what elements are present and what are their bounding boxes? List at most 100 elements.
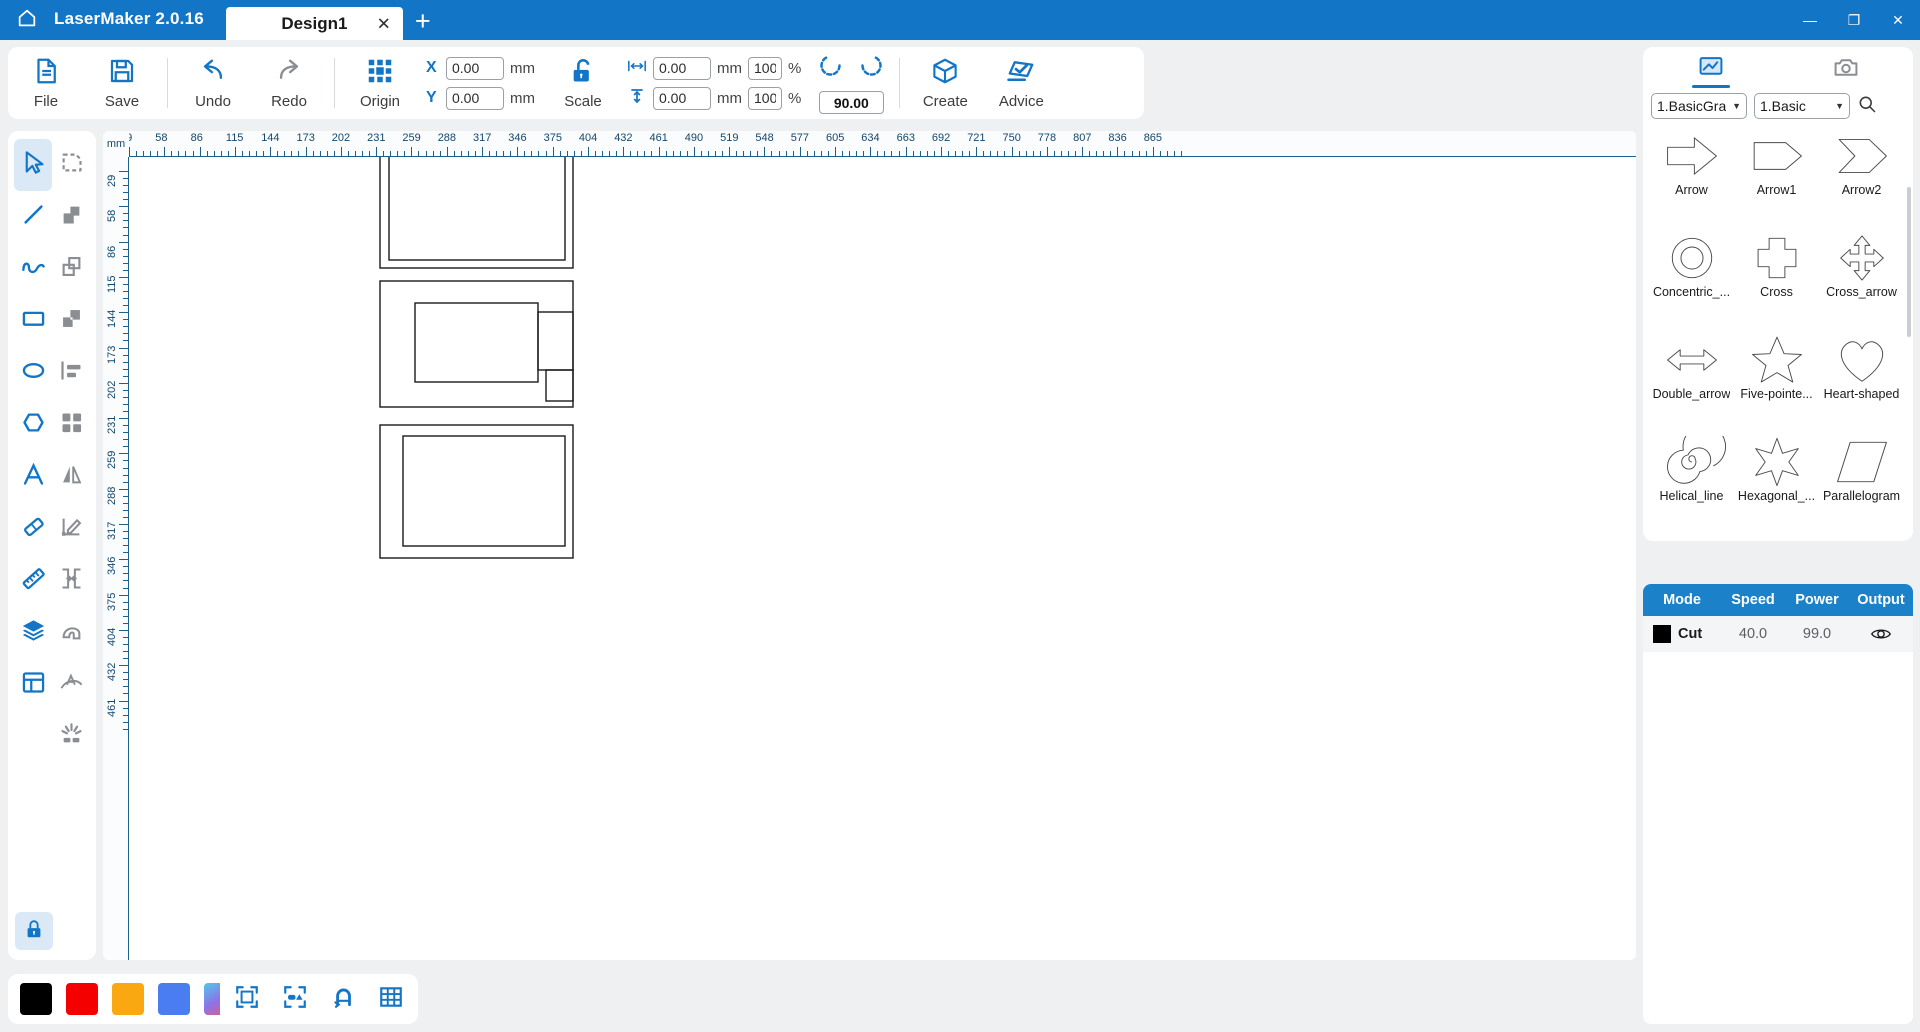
intersect-tool[interactable]: [52, 243, 90, 295]
polygon-tool[interactable]: [14, 399, 52, 451]
canvas-board[interactable]: [129, 133, 1636, 960]
curve-tool[interactable]: [14, 243, 52, 295]
swatch-orange[interactable]: [112, 983, 144, 1015]
x-input[interactable]: [446, 56, 504, 80]
select-objects-icon[interactable]: [282, 984, 308, 1015]
library-scrollbar[interactable]: [1907, 187, 1911, 337]
library-shape-item[interactable]: Arrow2: [1819, 129, 1904, 206]
lock-canvas-button[interactable]: [15, 912, 53, 950]
fit-frame-icon[interactable]: [234, 984, 260, 1015]
crop-tool[interactable]: [52, 139, 90, 191]
line-tool[interactable]: [14, 191, 52, 243]
magnet-icon[interactable]: [330, 984, 356, 1015]
window-close-button[interactable]: ✕: [1876, 0, 1920, 40]
rotate-cw-icon[interactable]: [858, 52, 885, 84]
library-shape-item[interactable]: Arrow: [1649, 129, 1734, 206]
library-shape-item[interactable]: Parallelogram: [1819, 435, 1904, 512]
subcategory-dropdown[interactable]: 1.Basic ▼: [1754, 93, 1850, 119]
library-shape-item[interactable]: Double_arrow: [1649, 333, 1734, 410]
scale-lock-button[interactable]: Scale: [545, 47, 621, 119]
node-edit-tool[interactable]: [52, 503, 90, 555]
origin-button[interactable]: Origin: [342, 47, 418, 119]
ruler-tick: [870, 147, 872, 157]
home-button[interactable]: [0, 0, 54, 40]
horizontal-ruler[interactable]: 2958861151441732022312592883173463754044…: [103, 131, 1636, 157]
ruler-tick-label: 605: [826, 132, 845, 144]
tab-shape-library[interactable]: [1643, 47, 1778, 93]
eraser-tool[interactable]: [14, 503, 52, 555]
file-button[interactable]: File: [8, 47, 84, 119]
category-value: 1.BasicGra: [1657, 98, 1727, 114]
width-input[interactable]: [653, 56, 711, 80]
panel-rect-1-outer[interactable]: [379, 139, 574, 269]
library-shape-item[interactable]: Helical_line: [1649, 435, 1734, 512]
distribute-tool[interactable]: [52, 399, 90, 451]
union-tool[interactable]: [52, 191, 90, 243]
save-button[interactable]: Save: [84, 47, 160, 119]
height-percent-input[interactable]: [748, 86, 782, 110]
close-gap-tool[interactable]: [52, 555, 90, 607]
select-tool[interactable]: [14, 139, 52, 191]
panel-rect-1-inner[interactable]: [388, 147, 566, 261]
panel-rect-3-inner[interactable]: [402, 435, 566, 547]
layer-row[interactable]: Cut 40.0 99.0: [1643, 616, 1913, 652]
category-dropdown[interactable]: 1.BasicGra ▼: [1651, 93, 1747, 119]
home-icon: [16, 7, 38, 34]
redo-button[interactable]: Redo: [251, 47, 327, 119]
library-shape-item[interactable]: Concentric_...: [1649, 231, 1734, 308]
dashed-corner-icon: [58, 149, 85, 181]
document-tab[interactable]: Design1 ✕: [225, 7, 403, 40]
layout-tool[interactable]: [14, 659, 52, 711]
undo-button[interactable]: Undo: [175, 47, 251, 119]
rectangle-tool[interactable]: [14, 295, 52, 347]
advice-button[interactable]: Advice: [983, 47, 1059, 119]
library-shape-item[interactable]: Arrow1: [1734, 129, 1819, 206]
mirror-tool[interactable]: [52, 451, 90, 503]
maximize-button[interactable]: ❐: [1832, 0, 1876, 40]
explode-tool[interactable]: [52, 711, 90, 763]
panel-rect-2-inner-a[interactable]: [414, 302, 539, 383]
panel-rect-2-inner-c[interactable]: [545, 369, 574, 402]
library-shape-item[interactable]: Five-pointe...: [1734, 333, 1819, 410]
height-input[interactable]: [653, 86, 711, 110]
new-tab-button[interactable]: +: [403, 8, 445, 40]
library-shape-item[interactable]: Cross: [1734, 231, 1819, 308]
align-tool[interactable]: [52, 347, 90, 399]
layer-power-value[interactable]: 99.0: [1785, 626, 1849, 642]
layers-tool[interactable]: [14, 607, 52, 659]
five-point-star-shape: [1741, 333, 1813, 387]
rotate-angle-input[interactable]: [818, 91, 884, 114]
minimize-button[interactable]: —: [1788, 0, 1832, 40]
design-canvas[interactable]: 29 58 86 115 144 173 202 231 259 288 317 346 375 404 4…: [103, 131, 1636, 960]
panel-rect-3-outer[interactable]: [379, 424, 574, 559]
text-on-path-tool[interactable]: [52, 659, 90, 711]
rotate-ccw-icon[interactable]: [817, 52, 844, 84]
swatch-red[interactable]: [66, 983, 98, 1015]
search-icon[interactable]: [1857, 94, 1877, 119]
library-shape-item[interactable]: Cross_arrow: [1819, 231, 1904, 308]
ellipse-tool[interactable]: [14, 347, 52, 399]
vertical-ruler[interactable]: 29 58 86 115 144 173 202 231 259 288 317 346 375 404 4…: [103, 157, 129, 960]
create-button[interactable]: Create: [907, 47, 983, 119]
subtract-tool[interactable]: [52, 295, 90, 347]
tab-camera[interactable]: [1778, 47, 1913, 93]
offset-tool[interactable]: [52, 607, 90, 659]
arrow-shape: [1656, 129, 1728, 183]
width-percent-input[interactable]: [748, 56, 782, 80]
layer-color-swatch[interactable]: [1653, 625, 1671, 643]
measure-tool[interactable]: [14, 555, 52, 607]
eye-icon[interactable]: [1849, 623, 1913, 645]
library-shape-item[interactable]: Hexagonal_...: [1734, 435, 1819, 512]
ruler-tick: [164, 147, 166, 157]
swatch-blue[interactable]: [158, 983, 190, 1015]
layer-speed-value[interactable]: 40.0: [1721, 626, 1785, 642]
panel-rect-2-inner-b[interactable]: [537, 311, 574, 371]
swatch-black[interactable]: [20, 983, 52, 1015]
ruler-tick-label: 259: [402, 132, 421, 144]
panel-rect-2-outer[interactable]: [379, 280, 574, 408]
close-icon[interactable]: ✕: [377, 15, 391, 32]
library-shape-item[interactable]: Heart-shaped: [1819, 333, 1904, 410]
text-tool[interactable]: [14, 451, 52, 503]
y-input[interactable]: [446, 86, 504, 110]
grid-icon[interactable]: [378, 984, 404, 1015]
